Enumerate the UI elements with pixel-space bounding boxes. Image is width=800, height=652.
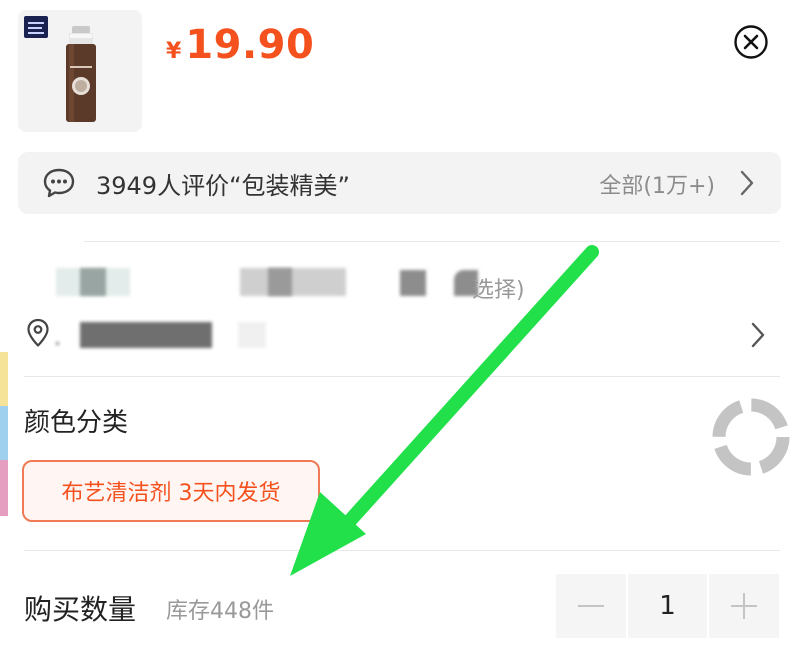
quantity-stepper: 1 [556, 574, 779, 638]
side-decoration [0, 352, 8, 406]
color-category-title: 颜色分类 [24, 408, 129, 438]
decrease-quantity-button[interactable] [556, 574, 626, 638]
divider [84, 241, 780, 242]
close-icon[interactable] [733, 24, 769, 60]
currency-symbol: ¥ [166, 39, 182, 64]
side-decoration [0, 406, 8, 460]
redacted-block [80, 322, 212, 348]
increase-quantity-button[interactable] [709, 574, 779, 638]
price-amount: 19.90 [185, 22, 315, 68]
loading-spinner-icon [712, 398, 790, 476]
minus-icon [578, 605, 604, 607]
store-badge [24, 16, 48, 38]
color-option-chip[interactable]: 布艺清洁剂 3天内发货 [22, 460, 320, 522]
all-reviews-link[interactable]: 全部(1万+) [599, 168, 715, 200]
color-option-label: 布艺清洁剂 3天内发货 [61, 481, 281, 506]
selection-hint: 选择) [472, 278, 525, 303]
divider [24, 550, 780, 551]
redacted-block [80, 268, 106, 296]
location-pin-icon [27, 318, 49, 347]
stock-count: 库存448件 [166, 599, 274, 624]
quantity-title: 购买数量 [24, 593, 137, 626]
chevron-right-icon[interactable] [750, 321, 766, 349]
redacted-block [238, 322, 266, 348]
chat-bubble-icon [43, 168, 75, 198]
review-summary-text: 3949人评价“包装精美” [96, 172, 350, 200]
chevron-right-icon[interactable] [739, 169, 755, 197]
product-bottle-image [66, 26, 96, 122]
side-decoration [0, 460, 8, 516]
redacted-block [400, 270, 426, 296]
redacted-block [268, 268, 292, 296]
product-thumbnail[interactable] [18, 10, 142, 132]
price: ¥ 19.90 [166, 22, 314, 68]
quantity-value[interactable]: 1 [628, 574, 707, 638]
redacted-block [240, 268, 346, 296]
review-summary-bar[interactable]: 3949人评价“包装精美” 全部(1万+) [18, 152, 781, 214]
plus-icon [731, 593, 757, 619]
divider [24, 376, 780, 377]
redacted-block [56, 342, 59, 345]
sku-selection-panel: ¥ 19.90 3949人评价“包装精美” 全部(1万+) 选择) 颜色分类 布… [0, 0, 800, 652]
